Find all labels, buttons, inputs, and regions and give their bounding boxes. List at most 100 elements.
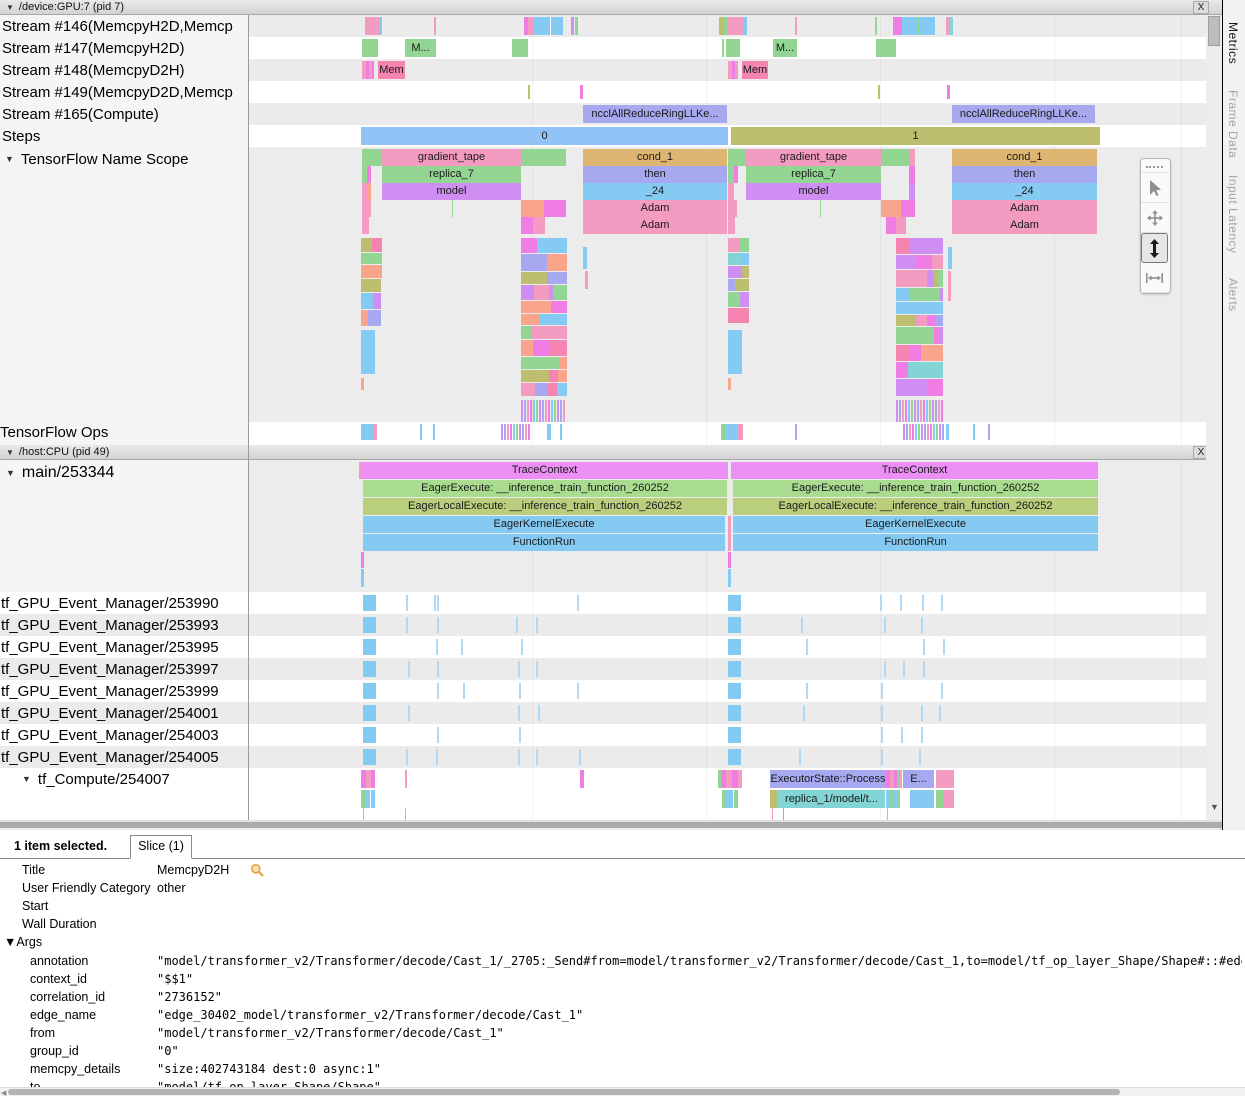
trace-event-bar[interactable] [533,340,550,356]
trace-event-bar[interactable] [549,370,558,382]
trace-event-tick[interactable] [463,683,465,699]
trace-event-bar[interactable] [363,683,376,699]
trace-event-bar[interactable] [944,790,954,808]
zoom-tool[interactable] [1141,233,1168,263]
trace-event-bar[interactable]: model [382,183,521,200]
trace-event-bar[interactable] [896,345,909,361]
trace-event-tick[interactable] [437,595,439,611]
trace-event-bar[interactable] [887,808,888,820]
trace-event-tick[interactable] [881,727,883,743]
trace-event-bar[interactable] [924,424,926,440]
trace-event-bar[interactable] [950,17,953,35]
palette-grip-handle[interactable] [1141,159,1168,173]
trace-event-bar[interactable]: _24 [952,183,1097,200]
trace-event-bar[interactable] [722,39,724,57]
trace-event-bar[interactable]: _24 [583,183,727,200]
trace-event-bar[interactable] [728,705,741,721]
trace-event-bar[interactable] [521,357,547,369]
cpu-process-header[interactable]: ▼ /host:CPU (pid 49) [0,445,1222,460]
trace-event-tick[interactable] [943,639,945,655]
trace-event-bar[interactable] [948,271,951,301]
trace-event-bar[interactable] [738,424,743,440]
trace-event-bar[interactable] [896,270,927,287]
trace-event-bar[interactable] [727,17,744,35]
trace-event-bar[interactable]: ncclAllReduceRingLLKe... [952,105,1095,123]
trace-event-bar[interactable] [902,400,904,422]
sidebar-tab-frame-data[interactable]: Frame Data [1226,90,1240,158]
trace-event-bar[interactable]: E... [903,770,934,788]
trace-event-bar[interactable]: EagerKernelExecute [363,516,725,533]
trace-event-tick[interactable] [538,705,540,721]
trace-event-tick[interactable] [881,749,883,765]
trace-event-bar[interactable] [728,617,741,633]
trace-event-bar[interactable] [930,424,932,440]
trace-event-bar[interactable] [783,808,784,820]
trace-event-bar[interactable] [915,424,917,440]
trace-event-bar[interactable] [560,357,567,369]
trace-event-bar[interactable] [521,217,533,234]
trace-event-bar[interactable] [734,790,738,808]
trace-event-bar[interactable] [534,285,549,300]
trace-event-bar[interactable] [988,424,990,440]
trace-event-bar[interactable] [513,424,515,440]
trace-event-bar[interactable] [875,17,877,35]
trace-event-bar[interactable] [536,272,547,284]
trace-event-bar[interactable]: Mem [742,61,768,79]
trace-event-bar[interactable] [527,400,529,422]
trace-event-tick[interactable] [518,661,520,677]
row-label[interactable]: ▼main/253344 [6,461,114,485]
trace-event-bar[interactable] [521,254,547,271]
trace-event-tick[interactable] [406,617,408,633]
trace-event-bar[interactable]: ncclAllReduceRingLLKe... [583,105,727,123]
trace-event-tick[interactable] [406,595,408,611]
trace-event-bar[interactable] [728,308,749,323]
vertical-scrollbar-thumb[interactable] [1208,16,1220,46]
trace-event-bar[interactable] [910,790,934,808]
trace-event-tick[interactable] [461,639,463,655]
trace-event-bar[interactable] [896,400,898,422]
trace-event-bar[interactable]: then [952,166,1097,183]
trace-event-bar[interactable] [363,595,376,611]
trace-event-bar[interactable] [367,279,381,292]
trace-event-tick[interactable] [437,661,439,677]
trace-event-bar[interactable] [916,255,932,269]
trace-event-bar[interactable] [772,808,773,820]
trace-event-tick[interactable] [884,661,886,677]
trace-event-tick[interactable] [518,705,520,721]
trace-event-tick[interactable] [921,727,923,743]
row-label[interactable]: ▼TensorFlow Name Scope [5,148,189,170]
trace-event-bar[interactable] [548,383,557,396]
trace-event-bar[interactable] [900,770,902,788]
trace-event-bar[interactable] [728,279,735,291]
trace-event-bar[interactable]: TraceContext [731,462,1098,479]
trace-event-bar[interactable] [929,400,931,422]
trace-event-bar[interactable] [536,400,538,422]
trace-event-bar[interactable] [735,61,738,79]
trace-event-bar[interactable] [362,217,369,234]
trace-event-bar[interactable] [734,166,738,183]
trace-event-bar[interactable] [741,253,749,265]
trace-event-bar[interactable] [361,293,373,309]
trace-event-bar[interactable] [373,424,377,440]
trace-event-bar[interactable] [548,400,550,422]
trace-event-bar[interactable] [728,595,741,611]
trace-event-bar[interactable] [912,424,914,440]
trace-event-bar[interactable] [361,238,372,252]
trace-event-bar[interactable] [728,149,746,166]
trace-event-bar[interactable] [363,661,376,677]
trace-event-bar[interactable]: EagerLocalExecute: __inference_train_fun… [363,498,727,515]
trace-event-bar[interactable] [947,85,950,99]
trace-event-bar[interactable] [728,183,734,200]
trace-event-bar[interactable] [560,424,562,440]
trace-event-tick[interactable] [579,749,581,765]
trace-event-bar[interactable] [927,270,934,287]
trace-event-bar[interactable]: Adam [952,217,1097,234]
trace-event-bar[interactable] [938,400,940,422]
trace-event-bar[interactable] [908,362,943,378]
trace-event-bar[interactable] [738,770,742,788]
trace-event-bar[interactable] [539,314,567,325]
trace-event-bar[interactable] [557,383,567,396]
trace-event-bar[interactable] [361,265,373,278]
trace-event-bar[interactable] [361,378,364,390]
trace-event-bar[interactable] [363,705,376,721]
